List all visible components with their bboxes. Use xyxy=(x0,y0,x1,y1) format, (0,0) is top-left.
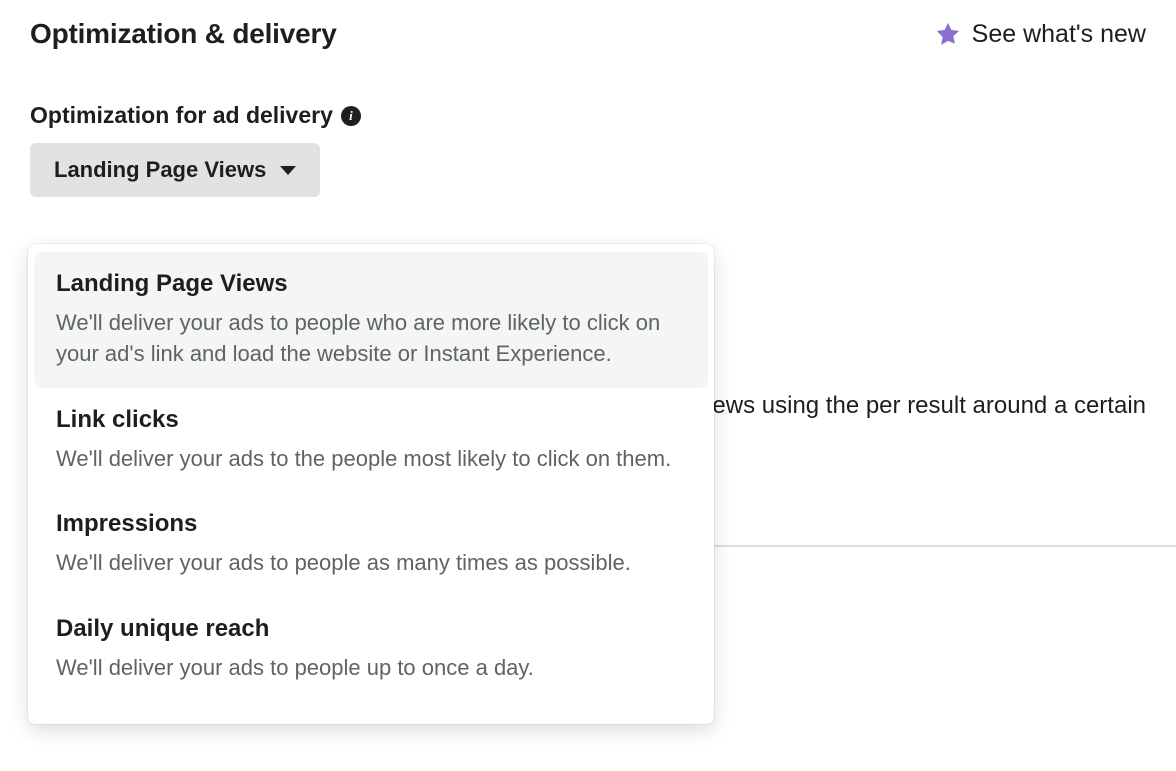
see-whats-new-label: See what's new xyxy=(972,20,1146,49)
option-desc: We'll deliver your ads to the people mos… xyxy=(56,444,686,475)
see-whats-new-link[interactable]: See what's new xyxy=(934,20,1146,49)
option-desc: We'll deliver your ads to people up to o… xyxy=(56,653,686,684)
optimization-dropdown[interactable]: Landing Page Views We'll deliver your ad… xyxy=(28,244,714,724)
option-daily-unique-reach[interactable]: Daily unique reach We'll deliver your ad… xyxy=(28,597,714,702)
option-impressions[interactable]: Impressions We'll deliver your ads to pe… xyxy=(28,492,714,597)
star-icon xyxy=(934,20,962,48)
caret-down-icon xyxy=(280,166,296,175)
option-link-clicks[interactable]: Link clicks We'll deliver your ads to th… xyxy=(28,388,714,493)
option-title: Daily unique reach xyxy=(56,615,686,643)
optimization-select[interactable]: Landing Page Views xyxy=(30,143,320,197)
option-landing-page-views[interactable]: Landing Page Views We'll deliver your ad… xyxy=(34,252,708,388)
option-desc: We'll deliver your ads to people as many… xyxy=(56,548,686,579)
option-title: Link clicks xyxy=(56,406,686,434)
section-title: Optimization & delivery xyxy=(30,18,337,50)
option-title: Landing Page Views xyxy=(56,270,686,298)
optimization-label-row: Optimization for ad delivery i xyxy=(0,50,1176,129)
optimization-select-row: Landing Page Views xyxy=(0,129,1176,197)
option-title: Impressions xyxy=(56,510,686,538)
optimization-select-value: Landing Page Views xyxy=(54,157,266,183)
section-header: Optimization & delivery See what's new xyxy=(0,0,1176,50)
optimization-label: Optimization for ad delivery xyxy=(30,102,333,129)
option-desc: We'll deliver your ads to people who are… xyxy=(56,308,686,370)
info-icon[interactable]: i xyxy=(341,106,361,126)
